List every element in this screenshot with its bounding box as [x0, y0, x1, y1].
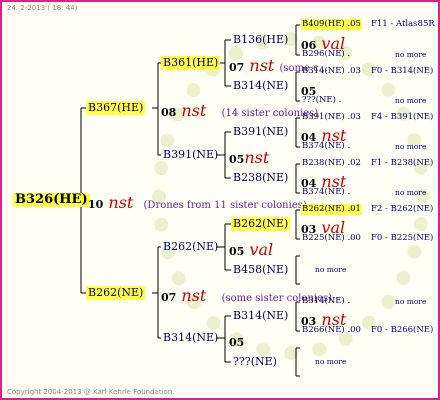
- root-generation: 10: [88, 198, 104, 211]
- gen4-node-11[interactable]: B314(NE) .: [301, 296, 351, 307]
- gen4-info-6: F1 - B238(NE): [371, 158, 434, 168]
- gen4-info-5: no more: [395, 142, 427, 151]
- copyright-footer: Copyright 2004-2013 @ Karl Kehrle Founda…: [7, 388, 175, 396]
- gen3-node-5[interactable]: B458(NE): [231, 263, 290, 277]
- gen3-node-7[interactable]: ???(NE): [231, 355, 279, 369]
- pedigree-frame: 24. 2-2013 ( 18: 44) B326(HE) 10 nst (Dr…: [0, 0, 440, 400]
- gen2-info-3: 05: [229, 331, 244, 350]
- gen2-node-2[interactable]: B262(NE): [161, 240, 220, 254]
- gen2-info-2: 05 val: [229, 240, 273, 259]
- gen3-node-6[interactable]: B314(NE): [231, 309, 290, 323]
- root-tag: nst: [108, 193, 134, 212]
- gen4-info-11: no more: [395, 297, 427, 306]
- gen4-node-8[interactable]: B262(NE) .01: [301, 204, 362, 215]
- gen1-tag: nst: [181, 101, 207, 120]
- gen2-generation: 05: [229, 336, 245, 349]
- print-date: 24. 2-2013 ( 18: 44): [7, 4, 78, 12]
- gen4-info-3: no more: [395, 96, 427, 105]
- gen4-info-0: F11 - Atlas85R: [371, 19, 435, 29]
- gen2-node-0[interactable]: B361(HE): [161, 56, 221, 70]
- gen4-info-8: F2 - B262(NE): [371, 204, 434, 214]
- gen1-tag: nst: [181, 286, 207, 305]
- gen4-node-5[interactable]: B374(NE) .: [301, 141, 351, 152]
- gen4-node-3[interactable]: ???(NE) .: [301, 95, 342, 106]
- root-colony: (Drones from 11 sister colonies): [143, 200, 307, 211]
- gen2-generation: 07: [229, 61, 245, 74]
- gen4-node-4[interactable]: B391(NE) .03: [301, 112, 362, 123]
- gen3-node-2[interactable]: B391(NE): [231, 125, 290, 139]
- gen4-node-6[interactable]: B238(NE) .02: [301, 158, 362, 169]
- gen4-info-2: F0 - B314(NE): [371, 66, 434, 76]
- gen4-node-1[interactable]: B296(NE) .: [301, 49, 351, 60]
- gen2-tag: nst: [244, 148, 270, 167]
- gen4-node-7[interactable]: B374(NE) .: [301, 187, 351, 198]
- gen3-node-3[interactable]: B238(NE): [231, 171, 290, 185]
- gen3-node-4[interactable]: B262(NE): [231, 217, 291, 231]
- gen1-node-0[interactable]: B367(HE): [86, 101, 146, 115]
- gen4-node-2[interactable]: B314(NE) .03: [301, 66, 362, 77]
- gen4-info-4: F4 - B391(NE): [371, 112, 434, 122]
- gen4-info-12: F0 - B266(NE): [371, 325, 434, 335]
- gen3-node-0[interactable]: B136(HE): [231, 33, 290, 47]
- gen2-node-3[interactable]: B314(NE): [161, 331, 220, 345]
- gen1-info-0: 08 nst (14 sister colonies): [161, 101, 318, 120]
- gen4-info-1: no more: [395, 50, 427, 59]
- gen4-node-9[interactable]: B225(NE) .00: [301, 233, 362, 244]
- gen2-generation: 05: [229, 245, 245, 258]
- gen1-generation: 07: [161, 291, 177, 304]
- gen2-tag: nst: [249, 56, 275, 75]
- gen2-tag: val: [249, 240, 274, 259]
- gen1-node-1[interactable]: B262(NE): [86, 286, 146, 300]
- gen4-node-12[interactable]: B266(NE) .00: [301, 325, 362, 336]
- root-queen[interactable]: B326(HE): [13, 193, 90, 207]
- gen2-info-1: 05nst: [229, 148, 269, 167]
- gen1-generation: 08: [161, 106, 177, 119]
- gen4-node-0[interactable]: B409(HE) .05: [301, 19, 362, 30]
- gen3-node-1[interactable]: B314(NE): [231, 79, 290, 93]
- gen4-info-10: no more: [315, 265, 347, 274]
- root-info: 10 nst (Drones from 11 sister colonies): [88, 193, 307, 212]
- gen4-info-7: no more: [395, 188, 427, 197]
- gen2-node-1[interactable]: B391(NE): [161, 148, 220, 162]
- gen4-info-9: F0 - B225(NE): [371, 233, 434, 243]
- gen4-info-13: no more: [315, 357, 347, 366]
- gen2-generation: 05: [229, 153, 245, 166]
